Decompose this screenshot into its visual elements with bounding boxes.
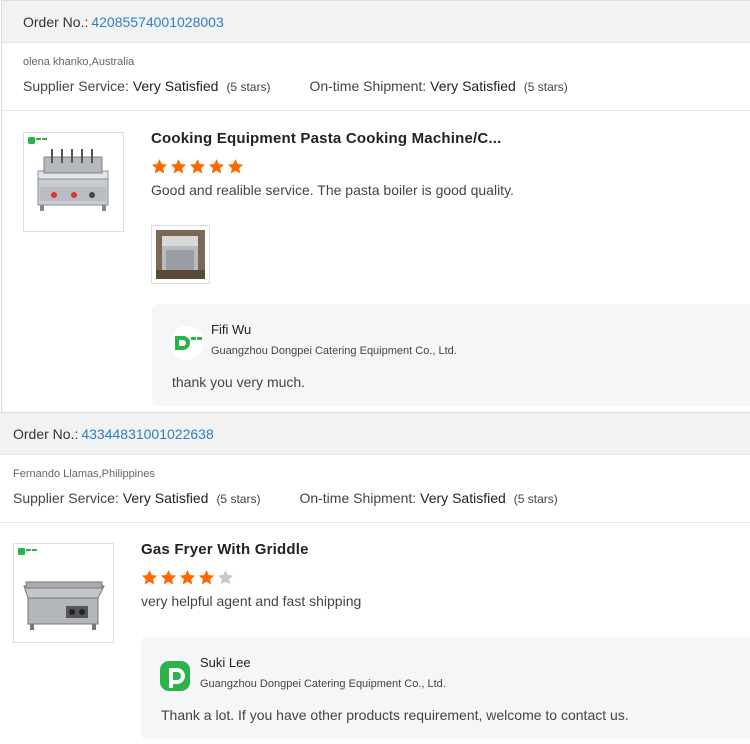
star-rating <box>141 569 361 586</box>
reply-company-name: Guangzhou Dongpei Catering Equipment Co.… <box>211 345 457 357</box>
star-filled-icon <box>179 570 196 585</box>
star-filled-icon <box>227 159 244 174</box>
star-filled-icon <box>170 159 187 174</box>
product-title-link[interactable]: Cooking Equipment Pasta Cooking Machine/… <box>151 130 514 147</box>
supplier-logo-icon <box>170 326 204 360</box>
star-filled-icon <box>141 570 158 585</box>
review-body: Cooking Equipment Pasta Cooking Machine/… <box>151 130 514 198</box>
buyer-block: olena khanko,Australia Supplier Service:… <box>2 43 750 111</box>
review-card: Order No.: 43344831001022638 Fernando Ll… <box>0 412 750 744</box>
order-label: Order No.: <box>23 13 89 30</box>
shipment-rating: On-time Shipment: Very Satisfied (5 star… <box>299 490 557 506</box>
star-rating <box>151 158 514 175</box>
order-number-link[interactable]: 43344831001022638 <box>81 426 213 442</box>
product-title-link[interactable]: Gas Fryer With Griddle <box>141 541 361 558</box>
supplier-service-label: Supplier Service: <box>13 490 119 506</box>
shipment-stars: (5 stars) <box>513 492 558 506</box>
supplier-service-rating: Supplier Service: Very Satisfied (5 star… <box>23 78 270 94</box>
review-photo-thumbnail[interactable] <box>151 225 210 284</box>
ratings-row: Supplier Service: Very Satisfied (5 star… <box>23 78 750 94</box>
review-comment: Good and realible service. The pasta boi… <box>151 182 514 198</box>
supplier-reply: Fifi Wu Guangzhou Dongpei Catering Equip… <box>152 304 750 406</box>
shipment-label: On-time Shipment: <box>309 78 427 94</box>
pasta-cooker-image <box>28 137 109 211</box>
product-thumbnail[interactable] <box>13 543 114 643</box>
product-thumbnail[interactable] <box>23 132 124 232</box>
star-filled-icon <box>208 159 225 174</box>
shipment-stars: (5 stars) <box>523 80 568 94</box>
supplier-reply: Suki Lee Guangzhou Dongpei Catering Equi… <box>141 637 750 739</box>
order-bar: Order No.: 43344831001022638 <box>0 412 750 455</box>
star-filled-icon <box>160 570 177 585</box>
order-number-link[interactable]: 42085574001028003 <box>91 14 223 30</box>
review-card: Order No.: 42085574001028003 olena khank… <box>1 0 750 414</box>
supplier-service-value: Very Satisfied <box>122 490 209 506</box>
reply-text: Thank a lot. If you have other products … <box>161 707 629 723</box>
supplier-service-value: Very Satisfied <box>132 78 219 94</box>
shipment-rating: On-time Shipment: Very Satisfied (5 star… <box>309 78 567 94</box>
review-photo-image <box>156 230 205 279</box>
buyer-name: olena khanko,Australia <box>23 56 135 68</box>
reply-author-name: Suki Lee <box>200 655 251 670</box>
star-filled-icon <box>189 159 206 174</box>
order-label: Order No.: <box>13 425 79 442</box>
reply-text: thank you very much. <box>172 374 306 390</box>
star-empty-icon <box>217 570 234 585</box>
supplier-service-stars: (5 stars) <box>216 492 261 506</box>
supplier-service-label: Supplier Service: <box>23 78 129 94</box>
supplier-logo-icon <box>160 661 190 691</box>
ratings-row: Supplier Service: Very Satisfied (5 star… <box>13 490 750 506</box>
review-body: Gas Fryer With Griddle very helpful agen… <box>141 541 361 609</box>
shipment-value: Very Satisfied <box>420 490 506 506</box>
supplier-service-rating: Supplier Service: Very Satisfied (5 star… <box>13 490 260 506</box>
buyer-block: Fernando Llamas,Philippines Supplier Ser… <box>0 455 750 523</box>
review-comment: very helpful agent and fast shipping <box>141 593 362 609</box>
gas-griddle-image <box>18 548 105 630</box>
buyer-name: Fernando Llamas,Philippines <box>13 468 155 480</box>
shipment-label: On-time Shipment: <box>299 490 417 506</box>
star-filled-icon <box>151 159 168 174</box>
reply-company-name: Guangzhou Dongpei Catering Equipment Co.… <box>200 678 446 690</box>
order-bar: Order No.: 42085574001028003 <box>2 0 750 43</box>
reply-author-name: Fifi Wu <box>211 322 252 337</box>
supplier-service-stars: (5 stars) <box>226 80 271 94</box>
shipment-value: Very Satisfied <box>430 78 516 94</box>
star-filled-icon <box>198 570 215 585</box>
